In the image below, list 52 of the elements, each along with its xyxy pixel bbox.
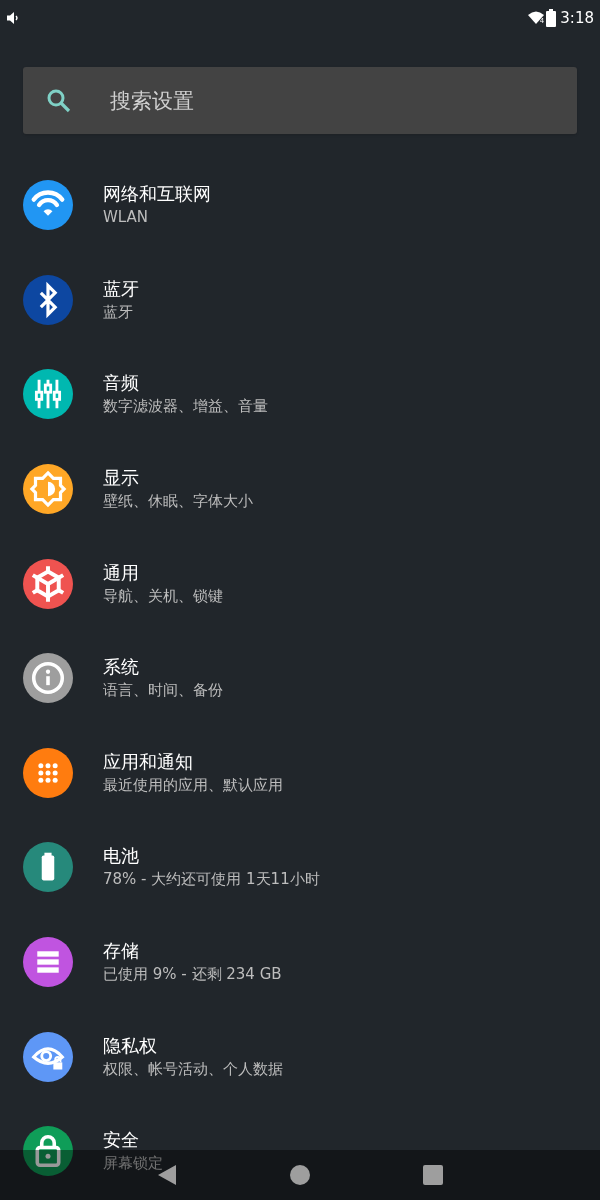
item-subtitle: 蓝牙	[103, 301, 134, 323]
settings-item[interactable]: 音频 数字滤波器、增益、音量	[0, 347, 600, 442]
item-title: 安全	[103, 1128, 140, 1153]
privacy-icon	[23, 1031, 73, 1082]
item-title: 音频	[103, 371, 140, 396]
item-subtitle: WLAN	[103, 207, 149, 229]
settings-item[interactable]: 安全 屏幕锁定	[0, 1103, 600, 1199]
item-title: 存储	[103, 939, 140, 964]
item-subtitle: 78% - 大约还可使用 1天11小时	[103, 869, 320, 891]
item-subtitle: 壁纸、休眠、字体大小	[103, 491, 253, 513]
battery-icon	[546, 9, 557, 27]
brightness-icon	[23, 464, 73, 515]
settings-item[interactable]: 通用 导航、关机、锁键	[0, 536, 600, 631]
item-subtitle: 屏幕锁定	[103, 1153, 163, 1175]
settings-item[interactable]: 存储 已使用 9% - 还剩 234 GB	[0, 914, 600, 1010]
item-title: 网络和互联网	[103, 182, 211, 207]
wifi-icon	[23, 180, 73, 231]
search-icon	[46, 88, 72, 114]
item-title: 通用	[103, 560, 140, 585]
bluetooth-icon	[23, 274, 73, 325]
volume-icon	[6, 11, 20, 25]
apps-icon	[23, 747, 73, 798]
search-field[interactable]: 搜索设置	[23, 67, 577, 134]
settings-item[interactable]: 隐私权 权限、帐号活动、个人数据	[0, 1009, 600, 1104]
equalizer-icon	[23, 369, 73, 420]
wifi-icon	[527, 11, 544, 25]
item-subtitle: 最近使用的应用、默认应用	[103, 774, 283, 796]
item-title: 蓝牙	[103, 276, 139, 301]
item-subtitle: 语言、时间、备份	[103, 680, 223, 702]
settings-item[interactable]: 电池 78% - 大约还可使用 1天11小时	[0, 820, 600, 915]
item-title: 系统	[103, 655, 140, 680]
recents-icon[interactable]	[422, 1164, 445, 1186]
item-title: 应用和通知	[103, 749, 194, 774]
item-subtitle: 导航、关机、锁键	[103, 585, 223, 607]
item-title: 隐私权	[103, 1033, 158, 1058]
item-title: 电池	[103, 844, 140, 869]
home-icon[interactable]	[289, 1164, 311, 1186]
item-subtitle: 数字滤波器、增益、音量	[103, 396, 268, 418]
settings-item[interactable]: 网络和互联网 WLAN	[0, 158, 600, 253]
storage-icon	[23, 937, 73, 988]
settings-item[interactable]: 系统 语言、时间、备份	[0, 630, 600, 726]
settings-item[interactable]: 蓝牙 蓝牙	[0, 252, 600, 348]
item-subtitle: 已使用 9% - 还剩 234 GB	[103, 964, 282, 986]
info-icon	[23, 653, 73, 704]
item-subtitle: 权限、帐号活动、个人数据	[103, 1058, 283, 1080]
battery-icon	[23, 842, 73, 893]
lock-icon	[23, 1126, 73, 1177]
settings-item[interactable]: 应用和通知 最近使用的应用、默认应用	[0, 725, 600, 821]
clock-time: 3:18	[560, 7, 594, 29]
settings-item[interactable]: 显示 壁纸、休眠、字体大小	[0, 441, 600, 537]
item-title: 显示	[103, 466, 140, 491]
gear-icon	[23, 558, 73, 609]
